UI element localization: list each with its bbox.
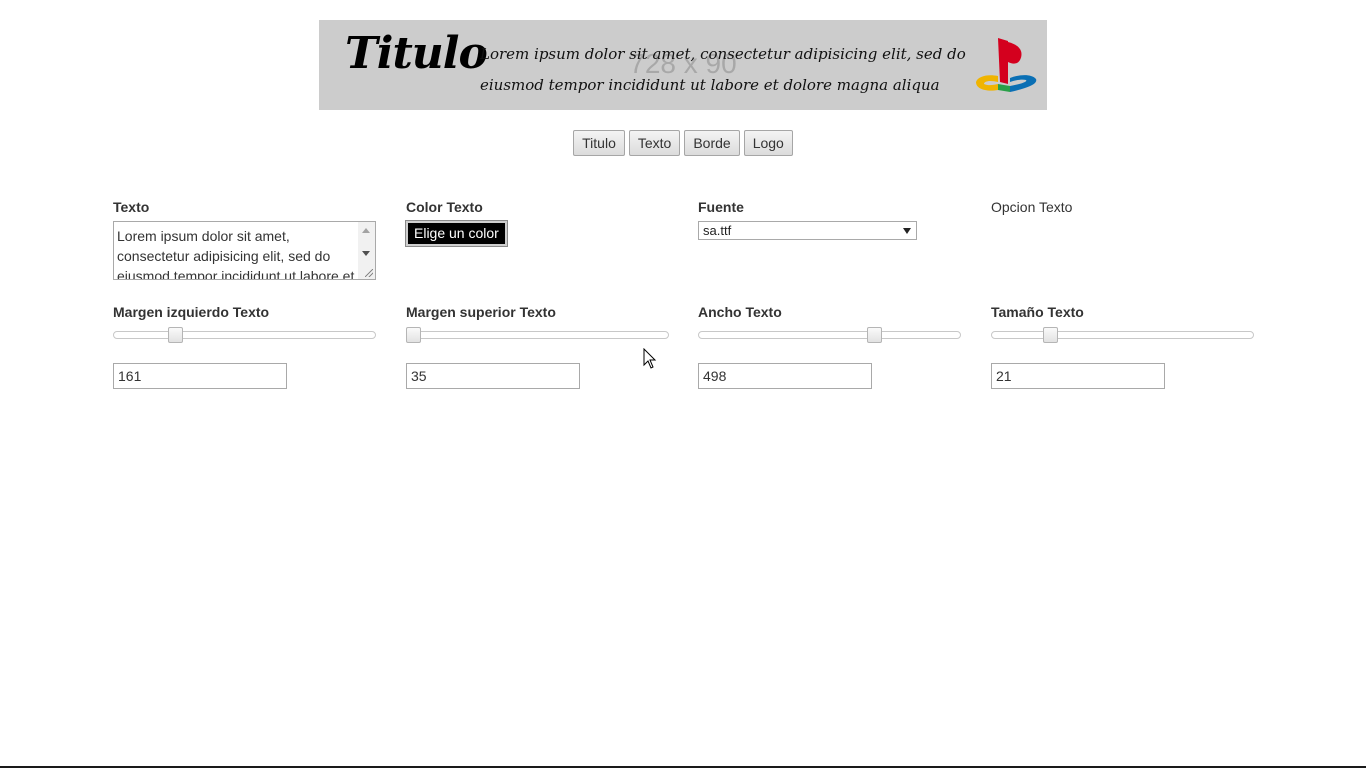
slider-thumb[interactable] — [406, 327, 421, 343]
opcion-texto-label: Opcion Texto — [991, 199, 1073, 215]
fuente-select[interactable]: sa.ttf — [698, 221, 917, 240]
slider-thumb[interactable] — [1043, 327, 1058, 343]
opcion-texto-group: Opcion Texto — [991, 198, 1253, 216]
margen-izquierdo-group: Margen izquierdo Texto — [113, 303, 376, 389]
ancho-slider[interactable] — [698, 327, 961, 343]
margen-izquierdo-label: Margen izquierdo Texto — [113, 304, 270, 320]
ancho-input[interactable] — [698, 363, 872, 389]
texto-textarea-value: Lorem ipsum dolor sit amet, consectetur … — [117, 228, 355, 280]
ancho-label: Ancho Texto — [698, 304, 782, 320]
tab-bar: Titulo Texto Borde Logo — [0, 130, 1366, 156]
margen-superior-input[interactable] — [406, 363, 580, 389]
slider-track[interactable] — [113, 331, 376, 339]
slider-thumb[interactable] — [867, 327, 882, 343]
margen-izquierdo-slider[interactable] — [113, 327, 376, 343]
ancho-group: Ancho Texto — [698, 303, 961, 389]
color-picker-button[interactable]: Elige un color — [405, 220, 508, 247]
margen-superior-slider[interactable] — [406, 327, 669, 343]
scroll-down-icon[interactable] — [362, 251, 370, 256]
fuente-label: Fuente — [698, 199, 744, 215]
slider-track[interactable] — [406, 331, 669, 339]
texto-label: Texto — [113, 199, 150, 215]
banner-text: Lorem ipsum dolor sit amet, consectetur … — [480, 45, 966, 94]
margen-superior-label: Margen superior Texto — [406, 304, 556, 320]
tab-texto[interactable]: Texto — [628, 130, 681, 156]
texto-group: Texto Lorem ipsum dolor sit amet, consec… — [113, 198, 376, 280]
fuente-group: Fuente sa.ttf — [698, 198, 960, 240]
resize-handle-icon[interactable] — [365, 269, 373, 277]
tamano-label: Tamaño Texto — [991, 304, 1084, 320]
texto-textarea[interactable]: Lorem ipsum dolor sit amet, consectetur … — [113, 221, 376, 280]
margen-izquierdo-input[interactable] — [113, 363, 287, 389]
tamano-slider[interactable] — [991, 327, 1254, 343]
tamano-group: Tamaño Texto — [991, 303, 1254, 389]
playstation-logo-icon — [976, 38, 1037, 92]
banner-preview: 728 x 90 Titulo Lorem ipsum dolor sit am… — [319, 20, 1047, 110]
mouse-pointer-icon — [643, 348, 657, 369]
chevron-down-icon — [903, 228, 911, 234]
slider-track[interactable] — [991, 331, 1254, 339]
margen-superior-group: Margen superior Texto — [406, 303, 669, 389]
color-texto-group: Color Texto Elige un color — [405, 198, 668, 247]
color-texto-label: Color Texto — [406, 199, 483, 215]
scroll-up-icon[interactable] — [362, 228, 370, 233]
tab-logo[interactable]: Logo — [743, 130, 793, 156]
banner-title: Titulo — [345, 28, 488, 79]
tab-titulo[interactable]: Titulo — [573, 130, 625, 156]
slider-thumb[interactable] — [168, 327, 183, 343]
tamano-input[interactable] — [991, 363, 1165, 389]
slider-track[interactable] — [698, 331, 961, 339]
fuente-select-value: sa.ttf — [703, 223, 732, 238]
tab-borde[interactable]: Borde — [684, 130, 740, 156]
